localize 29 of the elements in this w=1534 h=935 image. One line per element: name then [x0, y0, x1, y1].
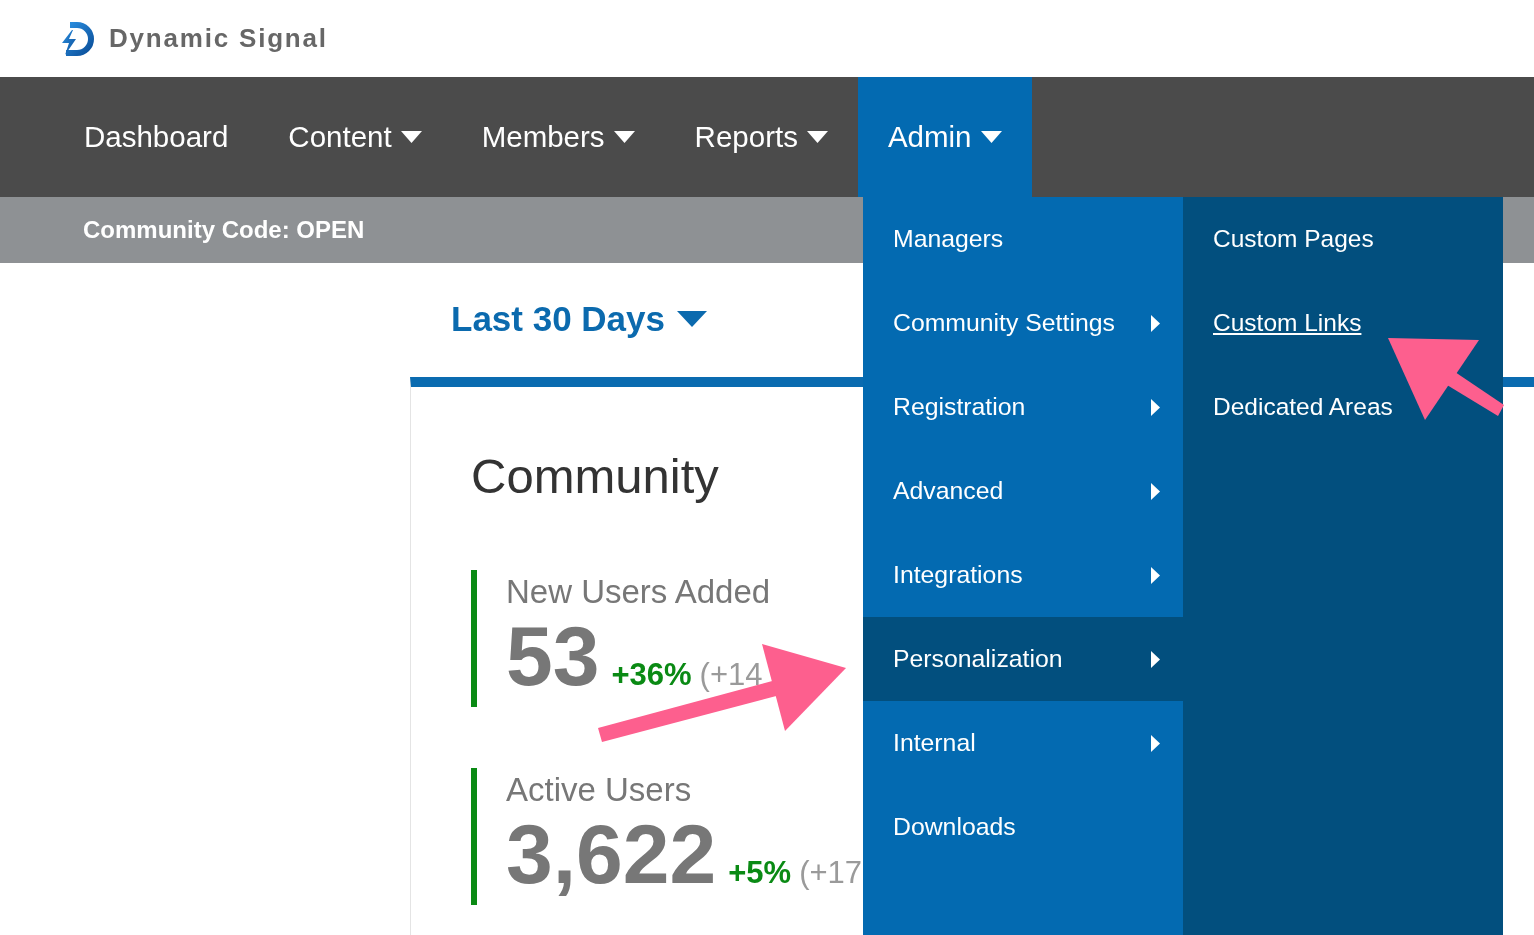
caret-icon	[677, 311, 708, 327]
submenu-link[interactable]: Dedicated Areas	[1213, 393, 1393, 421]
menu-item[interactable]: Integrations	[863, 533, 1183, 617]
menu-item[interactable]: Community Settings	[863, 281, 1183, 365]
nav-tab[interactable]: Dashboard	[54, 77, 259, 197]
metric-change: +36%	[611, 657, 692, 693]
menu-item[interactable]: Advanced	[863, 449, 1183, 533]
menu-item[interactable]: Managers	[863, 197, 1183, 281]
metric-label: New Users Added	[506, 572, 771, 611]
nav-tab[interactable]: Admin	[857, 77, 1032, 197]
submenu-link[interactable]: Custom Pages	[1213, 225, 1374, 253]
date-range-dropdown[interactable]: Last 30 Days	[451, 297, 708, 341]
menu-item[interactable]: Personalization	[863, 617, 1183, 701]
logo-text: Dynamic Signal	[109, 23, 328, 54]
metric-delta: (+14	[699, 657, 763, 693]
menu-item[interactable]: Internal	[863, 701, 1183, 785]
metric-delta: (+17	[799, 855, 863, 891]
nav-tab[interactable]: Members	[451, 77, 665, 197]
community-code-text: Community Code: OPEN	[83, 216, 365, 244]
nav-tab[interactable]: Reports	[664, 77, 858, 197]
metric-change: +5%	[728, 855, 792, 891]
menu-item[interactable]: Registration	[863, 365, 1183, 449]
metric-label: Active Users	[506, 770, 692, 809]
submenu-link[interactable]: Custom Links	[1213, 309, 1362, 337]
nav-tab[interactable]: Content	[258, 77, 452, 197]
card-title: Community	[471, 448, 719, 504]
metric-value: 53	[506, 614, 600, 698]
menu-item[interactable]: Downloads	[863, 785, 1183, 869]
metric-value: 3,622	[506, 812, 717, 896]
